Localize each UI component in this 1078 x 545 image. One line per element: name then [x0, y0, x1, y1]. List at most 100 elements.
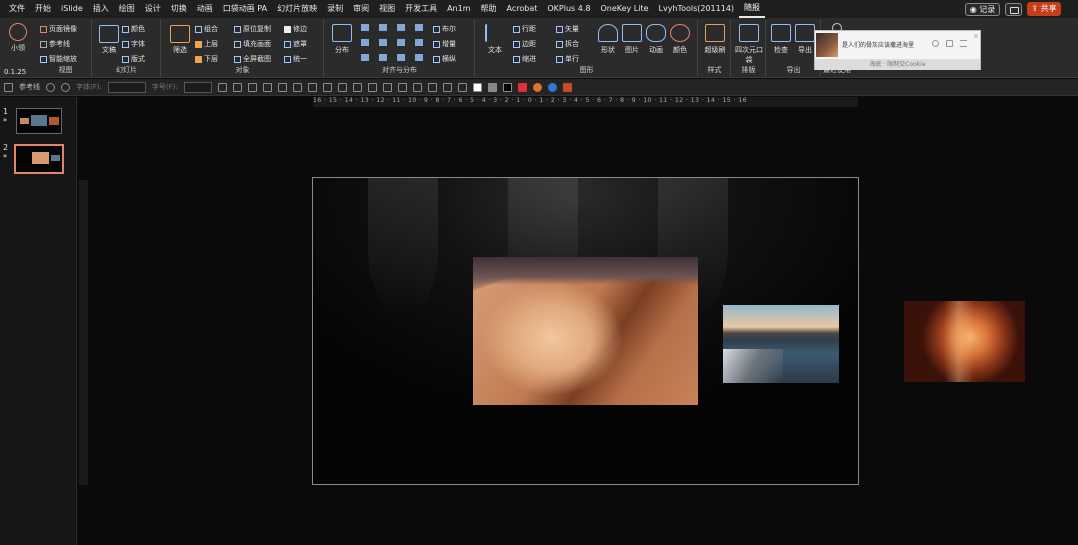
- slide-thumbnail-1[interactable]: [16, 108, 62, 134]
- eyedropper-icon[interactable]: [457, 82, 467, 92]
- distribute-v-icon[interactable]: [382, 82, 392, 92]
- super-brush-icon[interactable]: [705, 24, 725, 42]
- font-color-icon[interactable]: [247, 82, 257, 92]
- comment-icon[interactable]: [1005, 3, 1022, 16]
- undo-icon[interactable]: [61, 82, 70, 92]
- line-spacing-button[interactable]: 行距: [513, 24, 536, 34]
- trim-edge-button[interactable]: 修边: [284, 24, 307, 34]
- close-icon[interactable]: ×: [973, 32, 979, 40]
- tab-slideshow[interactable]: 幻灯片放映: [272, 0, 322, 18]
- tab-home[interactable]: 开始: [30, 0, 56, 18]
- red-plugin-icon[interactable]: [517, 82, 527, 92]
- smart-zoom-button[interactable]: 智能缩放: [40, 54, 77, 64]
- tab-developer[interactable]: 开发工具: [400, 0, 442, 18]
- playlist-icon[interactable]: [960, 40, 967, 47]
- bring-forward-button[interactable]: 上层: [195, 39, 218, 49]
- guide-checkbox-label[interactable]: 参考线: [19, 82, 40, 92]
- slide-fonts-button[interactable]: 字体: [122, 39, 145, 49]
- tab-suibao[interactable]: 随报: [739, 0, 766, 18]
- slide-colors-button[interactable]: 颜色: [122, 24, 145, 34]
- tab-okplus[interactable]: OKPlus 4.8: [542, 0, 595, 18]
- indent-button[interactable]: 缩进: [513, 54, 536, 64]
- tab-animations[interactable]: 动画: [192, 0, 218, 18]
- black-square-icon[interactable]: [502, 82, 512, 92]
- tab-lvyhtools[interactable]: LvyhTools(201114): [654, 0, 739, 18]
- orange-plugin-icon[interactable]: [532, 82, 542, 92]
- align-bottom-icon[interactable]: [352, 82, 362, 92]
- send-backward-button[interactable]: 下层: [195, 54, 218, 64]
- tab-draw[interactable]: 绘图: [114, 0, 140, 18]
- mask-button[interactable]: 遮罩: [284, 39, 307, 49]
- guides-toggle[interactable]: 参考线: [40, 39, 70, 49]
- fill-canvas-button[interactable]: 填充画面: [234, 39, 271, 49]
- distribute-h-icon[interactable]: [367, 82, 377, 92]
- export-icon[interactable]: [795, 24, 815, 42]
- align-icon-grid[interactable]: [361, 24, 427, 64]
- filter-icon[interactable]: [170, 25, 190, 43]
- shrink-font-icon[interactable]: [232, 82, 242, 92]
- grow-font-icon[interactable]: [217, 82, 227, 92]
- rotate-icon[interactable]: [397, 82, 407, 92]
- picture-tool-icon[interactable]: [427, 82, 437, 92]
- slide-layout-button[interactable]: 版式: [122, 54, 145, 64]
- distribute-icon[interactable]: [332, 24, 352, 42]
- split-merge-button[interactable]: 拆合: [556, 39, 579, 49]
- inspect-icon[interactable]: [771, 24, 791, 42]
- crop-icon[interactable]: [412, 82, 422, 92]
- page-mirror-toggle[interactable]: 页面镜像: [40, 24, 77, 34]
- canyon-photo[interactable]: [904, 301, 1025, 382]
- vector-button[interactable]: 矢量: [556, 24, 579, 34]
- tab-acrobat[interactable]: Acrobat: [502, 0, 543, 18]
- record-button[interactable]: ◉ 记录: [965, 3, 1000, 16]
- volume-icon[interactable]: [946, 40, 953, 47]
- increment-button[interactable]: 增量: [433, 39, 456, 49]
- shape-icon[interactable]: [598, 24, 618, 42]
- single-line-button[interactable]: 单行: [556, 54, 579, 64]
- slide-thumbnail-2[interactable]: [14, 144, 64, 174]
- unify-button[interactable]: 统一: [284, 54, 307, 64]
- share-button[interactable]: ⇪ 共享: [1027, 2, 1061, 16]
- document-icon[interactable]: [99, 25, 119, 43]
- tab-record[interactable]: 录制: [322, 0, 348, 18]
- text-icon[interactable]: [485, 24, 505, 42]
- coastline-photo[interactable]: [723, 305, 839, 383]
- guide-icon[interactable]: [4, 82, 13, 92]
- tab-help[interactable]: 帮助: [476, 0, 502, 18]
- align-top-icon[interactable]: [322, 82, 332, 92]
- align-right-icon[interactable]: [292, 82, 302, 92]
- align-center-icon[interactable]: [277, 82, 287, 92]
- blue-plugin-icon[interactable]: [547, 82, 557, 92]
- ppt-plugin-icon[interactable]: [562, 82, 572, 92]
- white-square-icon[interactable]: [472, 82, 482, 92]
- color-palette-icon[interactable]: [670, 24, 690, 42]
- group-button[interactable]: 组合: [195, 24, 218, 34]
- font-size-select[interactable]: [183, 81, 212, 93]
- tab-onekey[interactable]: OneKey Lite: [595, 0, 653, 18]
- tab-design[interactable]: 设计: [140, 0, 166, 18]
- picture-icon[interactable]: [622, 24, 642, 42]
- shape-fill-icon[interactable]: [307, 82, 317, 92]
- matrix-button[interactable]: 横纵: [433, 54, 456, 64]
- tab-transitions[interactable]: 切换: [166, 0, 192, 18]
- group-tool-icon[interactable]: [442, 82, 452, 92]
- boolean-button[interactable]: 布尔: [433, 24, 456, 34]
- animation-star-icon[interactable]: [646, 24, 666, 42]
- tab-insert[interactable]: 插入: [88, 0, 114, 18]
- tab-islide[interactable]: iSlide: [56, 0, 88, 18]
- fullscreen-capture-button[interactable]: 全屏截图: [234, 54, 271, 64]
- margin-button[interactable]: 边距: [513, 39, 536, 49]
- tab-file[interactable]: 文件: [4, 0, 30, 18]
- heart-icon[interactable]: [932, 40, 939, 47]
- tab-pocket-animation[interactable]: 口袋动画 PA: [218, 0, 272, 18]
- redo-icon[interactable]: [46, 82, 55, 92]
- align-middle-icon[interactable]: [337, 82, 347, 92]
- tab-an1m[interactable]: An1m: [442, 0, 475, 18]
- tab-view[interactable]: 视图: [374, 0, 400, 18]
- pocket-icon[interactable]: [739, 24, 759, 42]
- gray-square-icon[interactable]: [487, 82, 497, 92]
- align-left-icon[interactable]: [262, 82, 272, 92]
- tab-review[interactable]: 审阅: [348, 0, 374, 18]
- small-brand-icon[interactable]: [9, 23, 27, 41]
- desert-dune-photo[interactable]: [473, 257, 698, 405]
- font-select[interactable]: [107, 81, 146, 93]
